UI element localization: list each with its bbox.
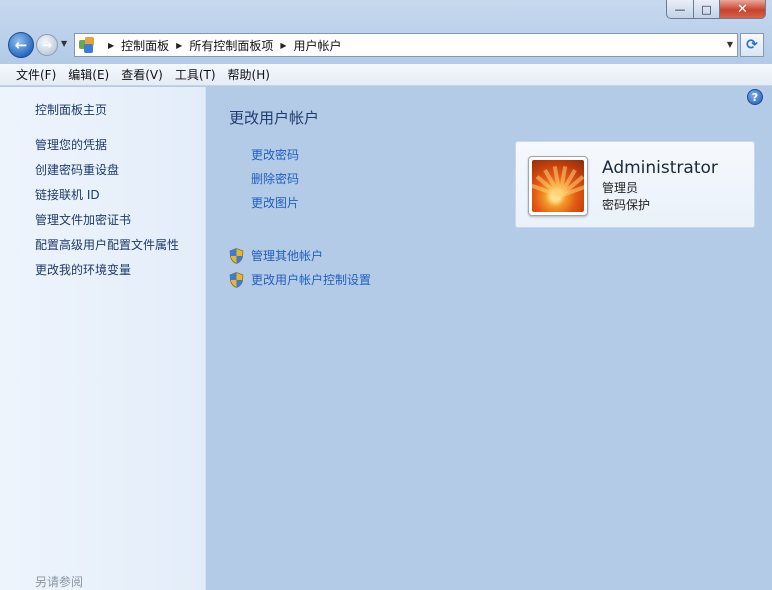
breadcrumb-chevron-icon[interactable]: ▶ [176,41,182,50]
task-link-encryption-certificates[interactable]: 管理文件加密证书 [35,212,179,237]
menu-view[interactable]: 查看(V) [115,66,169,83]
navigation-bar: ← → ▼ ▶ 控制面板 ▶ 所有控制面板项 ▶ 用户帐户 ▼ ⟳ [6,30,766,60]
account-picture [528,156,588,216]
account-name: Administrator [602,158,718,178]
menu-file[interactable]: 文件(F) [10,66,62,83]
breadcrumb-chevron-icon[interactable]: ▶ [108,41,114,50]
address-bar[interactable]: ▶ 控制面板 ▶ 所有控制面板项 ▶ 用户帐户 ▼ [74,33,738,57]
uac-settings-link[interactable]: 更改用户帐户控制设置 [251,271,371,288]
task-link-online-id[interactable]: 链接联机 ID [35,187,179,212]
minimize-button[interactable]: — [666,0,694,19]
uac-settings-row[interactable]: 更改用户帐户控制设置 [229,271,371,288]
maximize-button[interactable]: □ [694,0,720,19]
remove-password-link[interactable]: 删除密码 [251,171,299,195]
account-type: 管理员 [602,181,639,195]
menu-edit[interactable]: 编辑(E) [62,66,115,83]
breadcrumb-control-panel[interactable]: 控制面板 [121,37,169,54]
breadcrumb-user-accounts[interactable]: 用户帐户 [294,37,342,54]
task-link-manage-credentials[interactable]: 管理您的凭据 [35,137,179,162]
task-link-advanced-profile[interactable]: 配置高级用户配置文件属性 [35,237,179,262]
menu-tools[interactable]: 工具(T) [169,66,222,83]
task-link-password-reset-disk[interactable]: 创建密码重设盘 [35,162,179,187]
breadcrumb-all-items[interactable]: 所有控制面板项 [189,37,273,54]
flower-picture-icon [532,160,584,212]
password-status: 密码保护 [602,198,651,212]
page-title: 更改用户帐户 [229,109,320,127]
help-icon[interactable]: ? [747,89,763,105]
manage-other-accounts-link[interactable]: 管理其他帐户 [251,247,323,264]
control-panel-home-link[interactable]: 控制面板主页 [35,101,107,118]
close-button[interactable]: ✕ [720,0,766,19]
caption-buttons: — □ ✕ [666,0,766,20]
refresh-button[interactable]: ⟳ [740,33,764,57]
back-button[interactable]: ← [8,32,34,58]
change-password-link[interactable]: 更改密码 [251,147,299,171]
account-card: Administrator 管理员 密码保护 [515,141,755,228]
menu-bar: 文件(F) 编辑(E) 查看(V) 工具(T) 帮助(H) [0,64,772,86]
uac-shield-icon [229,247,244,264]
see-also-heading: 另请参阅 [35,575,84,589]
control-panel-icon [79,37,95,53]
recent-pages-dropdown-icon[interactable]: ▼ [61,39,67,48]
change-picture-link[interactable]: 更改图片 [251,195,299,219]
left-task-pane: 控制面板主页 管理您的凭据 创建密码重设盘 链接联机 ID 管理文件加密证书 配… [0,87,206,590]
task-link-environment-variables[interactable]: 更改我的环境变量 [35,262,179,287]
forward-button[interactable]: → [36,34,58,56]
task-link-list: 管理您的凭据 创建密码重设盘 链接联机 ID 管理文件加密证书 配置高级用户配置… [35,137,179,287]
menu-help[interactable]: 帮助(H) [222,66,276,83]
account-task-links: 更改密码 删除密码 更改图片 [251,147,299,219]
uac-shield-icon [229,271,244,288]
breadcrumb-chevron-icon[interactable]: ▶ [280,41,286,50]
manage-other-accounts-row[interactable]: 管理其他帐户 [229,247,323,264]
address-dropdown-icon[interactable]: ▼ [727,40,733,49]
